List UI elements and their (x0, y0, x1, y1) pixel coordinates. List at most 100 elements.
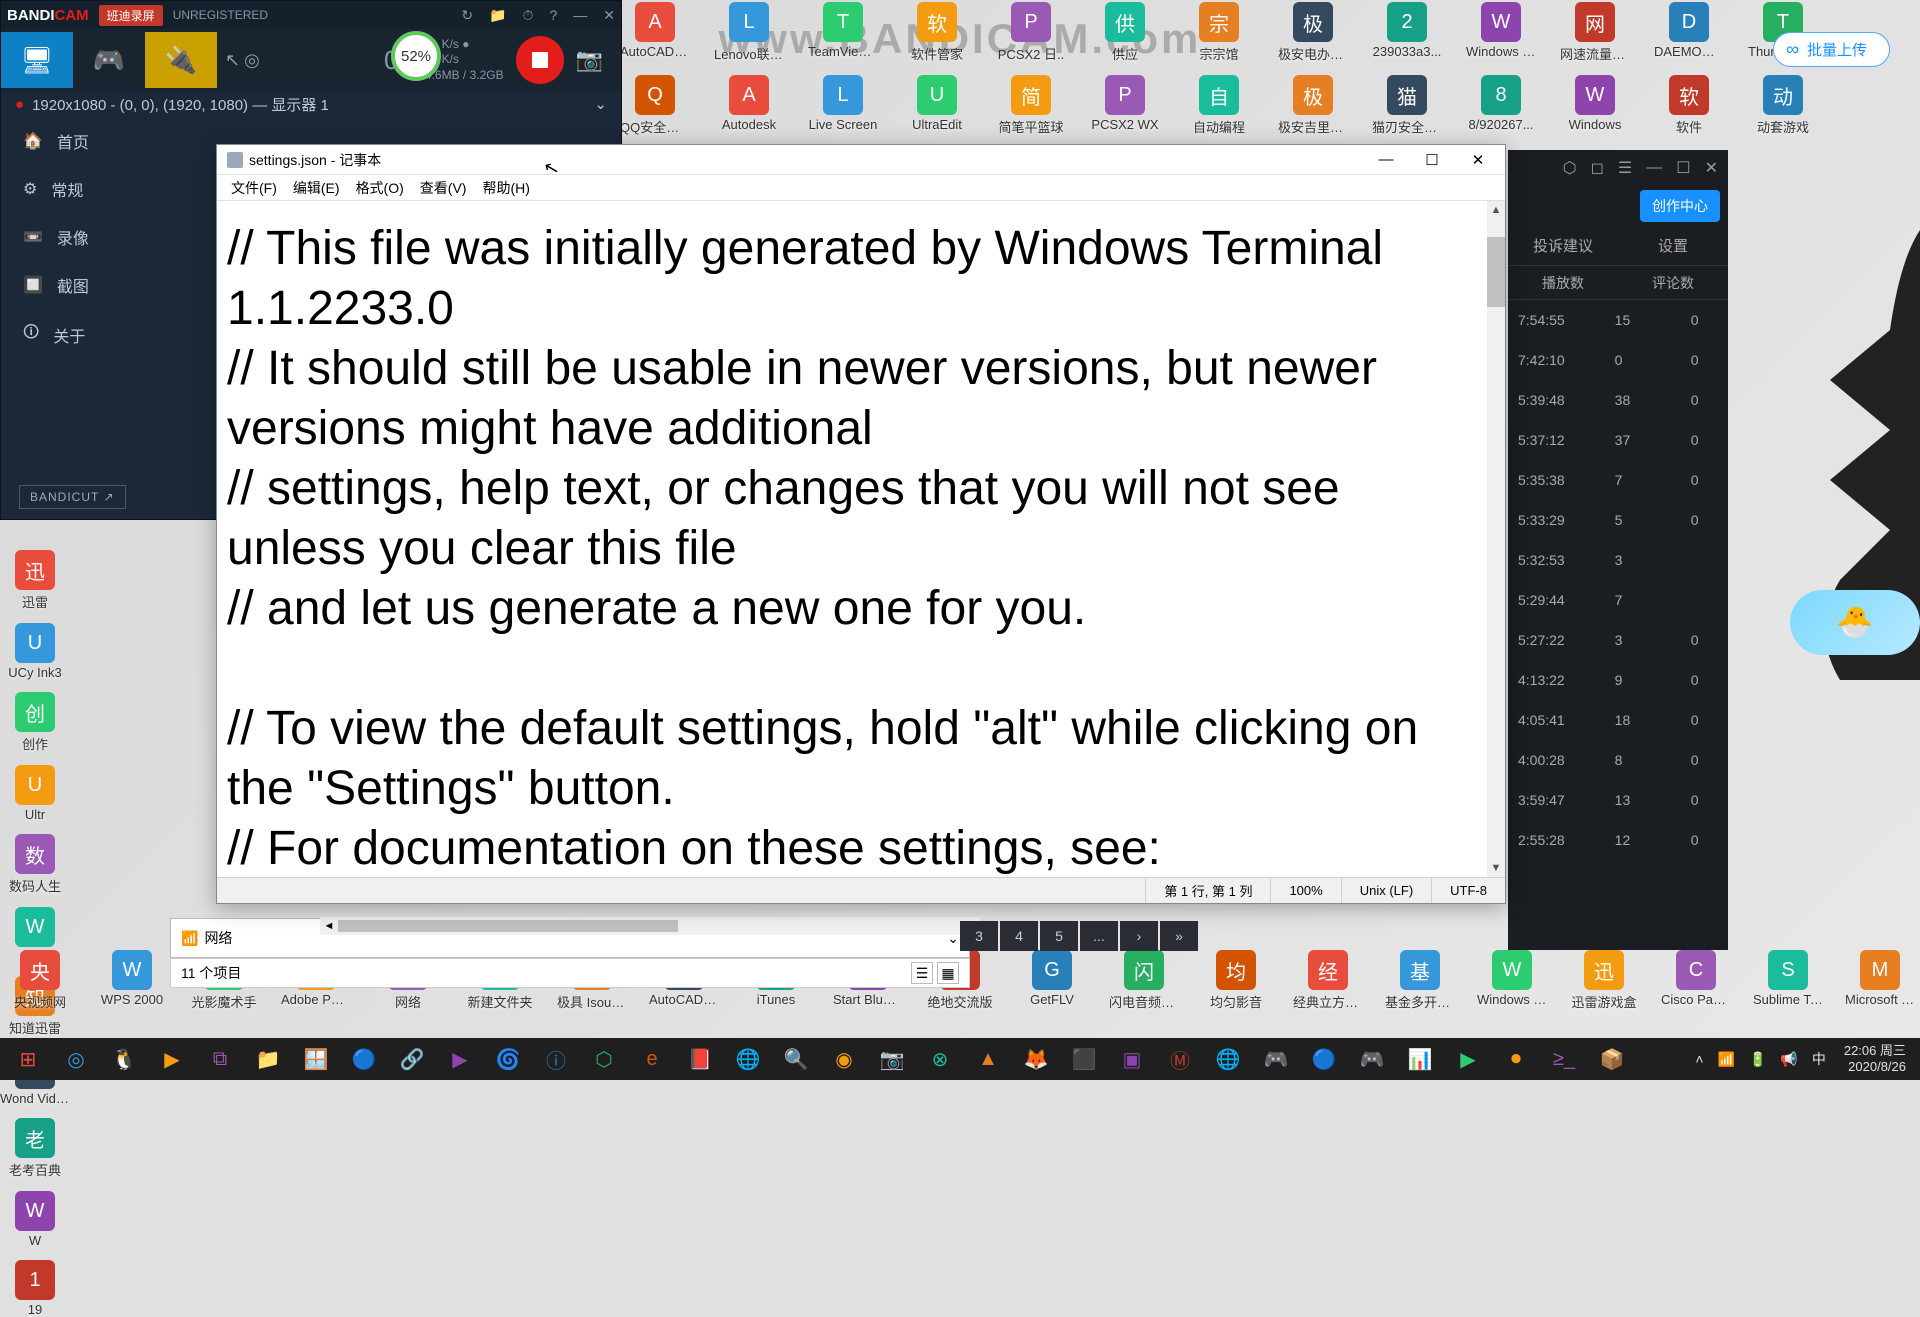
upload-button[interactable]: ∞ 批量上传 (1773, 32, 1890, 67)
desktop-icon[interactable]: SSublime Text 3 (1753, 950, 1823, 1011)
taskbar-icon[interactable]: 🎮 (1252, 1039, 1300, 1079)
timer-icon[interactable]: ⏱ (523, 7, 534, 24)
tray-volume-icon[interactable]: 📢 (1776, 1051, 1801, 1068)
menu-icon[interactable]: ☰ (1618, 158, 1632, 178)
desktop-icon[interactable]: 数数码人生 (0, 834, 70, 895)
chevron-down-icon[interactable]: ⌄ (594, 95, 607, 113)
desktop-icon[interactable]: 闪闪电音频剪辑 软件 (1109, 950, 1179, 1011)
taskbar-icon[interactable]: 🌐 (1204, 1039, 1252, 1079)
menu-view[interactable]: 查看(V) (414, 176, 473, 200)
desktop-icon[interactable]: QQQ安全远程 生化危机选... (620, 75, 690, 136)
taskbar-icon[interactable]: ≥_ (1540, 1039, 1588, 1079)
help-icon[interactable]: ? (549, 7, 557, 24)
notepad-vscroll[interactable]: ▲ ▼ (1487, 201, 1505, 877)
desktop-icon[interactable]: 119 (0, 1260, 70, 1317)
desktop-icon[interactable]: PPCSX2 WX (1090, 75, 1160, 136)
bandicut-badge[interactable]: BANDICUT ↗ (19, 485, 126, 509)
tab-device[interactable]: 🔌 (145, 32, 217, 88)
maximize-button[interactable]: ☐ (1409, 146, 1455, 174)
table-row[interactable]: 3:59:47130 (1508, 780, 1728, 820)
panel-close[interactable]: ✕ (1705, 158, 1718, 178)
minimize-button[interactable]: — (1363, 146, 1409, 174)
sidebar-item[interactable]: 🔲截图 (1, 261, 181, 309)
taskbar-icon[interactable]: 🦊 (1012, 1039, 1060, 1079)
sidebar-item[interactable]: 🏠首页 (1, 117, 181, 165)
table-row[interactable]: 5:39:48380 (1508, 380, 1728, 420)
view-grid-icon[interactable]: ▦ (937, 962, 959, 984)
taskbar-icon[interactable]: 🔵 (340, 1039, 388, 1079)
taskbar-icon[interactable]: ⬡ (580, 1039, 628, 1079)
desktop-icon[interactable]: MMicrosoft Teams (1845, 950, 1915, 1011)
menu-file[interactable]: 文件(F) (225, 176, 283, 200)
notepad-titlebar[interactable]: settings.json - 记事本 — ☐ ✕ (217, 145, 1505, 175)
taskbar-icon[interactable]: 🔗 (388, 1039, 436, 1079)
record-button[interactable] (516, 36, 564, 84)
desktop-icon[interactable]: AAutoCAD 2019 (620, 2, 690, 63)
taskbar-icon[interactable]: 🪟 (292, 1039, 340, 1079)
desktop-icon[interactable]: 宗宗宗馆 (1184, 2, 1254, 63)
taskbar-icon[interactable]: 🔍 (772, 1039, 820, 1079)
table-row[interactable]: 7:42:1000 (1508, 340, 1728, 380)
desktop-icon[interactable]: 88/920267... (1466, 75, 1536, 136)
view-details-icon[interactable]: ☰ (911, 962, 933, 984)
desktop-icon[interactable]: LLenovo联想 驱动管理 (714, 2, 784, 63)
taskbar-icon[interactable]: ▶ (148, 1039, 196, 1079)
desktop-icon[interactable]: 软软件 (1654, 75, 1724, 136)
cursor-icon[interactable]: ↖ (225, 50, 240, 71)
sidebar-item[interactable]: ⚙常规 (1, 165, 181, 213)
tray-network-icon[interactable]: 📶 (1714, 1051, 1739, 1068)
folder-icon[interactable]: 📁 (489, 7, 506, 24)
desktop-icon[interactable]: 迅迅雷 (0, 550, 70, 611)
desktop-icon[interactable]: TTeamViewer (808, 2, 878, 63)
box-icon[interactable]: ◻ (1591, 158, 1604, 178)
scroll-down-icon[interactable]: ▼ (1487, 859, 1505, 877)
table-row[interactable]: 2:55:28120 (1508, 820, 1728, 860)
desktop-icon[interactable]: 网网速流量统计 (1560, 2, 1630, 63)
taskbar-icon[interactable]: 🎮 (1348, 1039, 1396, 1079)
taskbar-icon[interactable]: e (628, 1039, 676, 1079)
refresh-icon[interactable]: ↻ (461, 7, 473, 24)
scroll-left-icon[interactable]: ◄ (320, 920, 338, 932)
table-row[interactable]: 4:13:2290 (1508, 660, 1728, 700)
sidebar-item[interactable]: 📼录像 (1, 213, 181, 261)
taskbar-clock[interactable]: 22:06 周三 2020/8/26 (1836, 1043, 1914, 1074)
scroll-thumb[interactable] (1487, 237, 1505, 307)
desktop-icon[interactable]: LLive Screen (808, 75, 878, 136)
panel-minimize[interactable]: — (1646, 159, 1662, 177)
desktop-icon[interactable]: CCisco Pack... (1661, 950, 1731, 1011)
desktop-icon[interactable]: 软软件管家 (902, 2, 972, 63)
desktop-icon[interactable]: WWindows (1560, 75, 1630, 136)
table-row[interactable]: 5:33:2950 (1508, 500, 1728, 540)
table-row[interactable]: 5:35:3870 (1508, 460, 1728, 500)
desktop-icon[interactable]: 猫猫刃安全观测 (1372, 75, 1442, 136)
table-row[interactable]: 5:29:447 (1508, 580, 1728, 620)
taskbar-icon[interactable]: 📷 (868, 1039, 916, 1079)
desktop-icon[interactable]: 迅迅雷游戏盒 (1569, 950, 1639, 1011)
taskbar-icon[interactable]: ⬛ (1060, 1039, 1108, 1079)
desktop-icon[interactable]: PPCSX2 日.. (996, 2, 1066, 63)
bandicam-titlebar[interactable]: BANDICAM 班迪录屏 UNREGISTERED ↻ 📁 ⏱ ? — ✕ (1, 1, 621, 29)
desktop-icon[interactable]: 基基金多开台盟 (1385, 950, 1455, 1011)
desktop-icon[interactable]: 极极安吉里手电 (1278, 75, 1348, 136)
taskbar-icon[interactable]: 📁 (244, 1039, 292, 1079)
desktop-icon[interactable]: WWindows 10 x64 1909 ... (1477, 950, 1547, 1011)
taskbar-icon[interactable]: 🌀 (484, 1039, 532, 1079)
taskbar-icon[interactable]: ⊗ (916, 1039, 964, 1079)
create-button[interactable]: 创作中心 (1640, 190, 1720, 222)
page-button[interactable]: » (1160, 921, 1198, 951)
taskbar-icon[interactable]: ◎ (52, 1039, 100, 1079)
page-button[interactable]: 3 (960, 921, 998, 951)
desktop-icon[interactable]: 供供应 (1090, 2, 1160, 63)
desktop-icon[interactable]: DDAEMON Tools Lite (1654, 2, 1724, 63)
desktop-icon[interactable]: 2239033a3... (1372, 2, 1442, 63)
float-avatar[interactable]: 🐣 (1790, 590, 1920, 655)
taskbar-icon[interactable]: 🔵 (1300, 1039, 1348, 1079)
scroll-up-icon[interactable]: ▲ (1487, 201, 1505, 219)
taskbar-icon[interactable]: 📕 (676, 1039, 724, 1079)
notepad-text-area[interactable]: // This file was initially generated by … (217, 201, 1487, 877)
page-button[interactable]: ... (1080, 921, 1118, 951)
tab-complaint[interactable]: 投诉建议 (1508, 226, 1618, 265)
desktop-icon[interactable]: UUltr (0, 765, 70, 822)
taskbar-icon[interactable]: ⧉ (196, 1039, 244, 1079)
page-button[interactable]: › (1120, 921, 1158, 951)
